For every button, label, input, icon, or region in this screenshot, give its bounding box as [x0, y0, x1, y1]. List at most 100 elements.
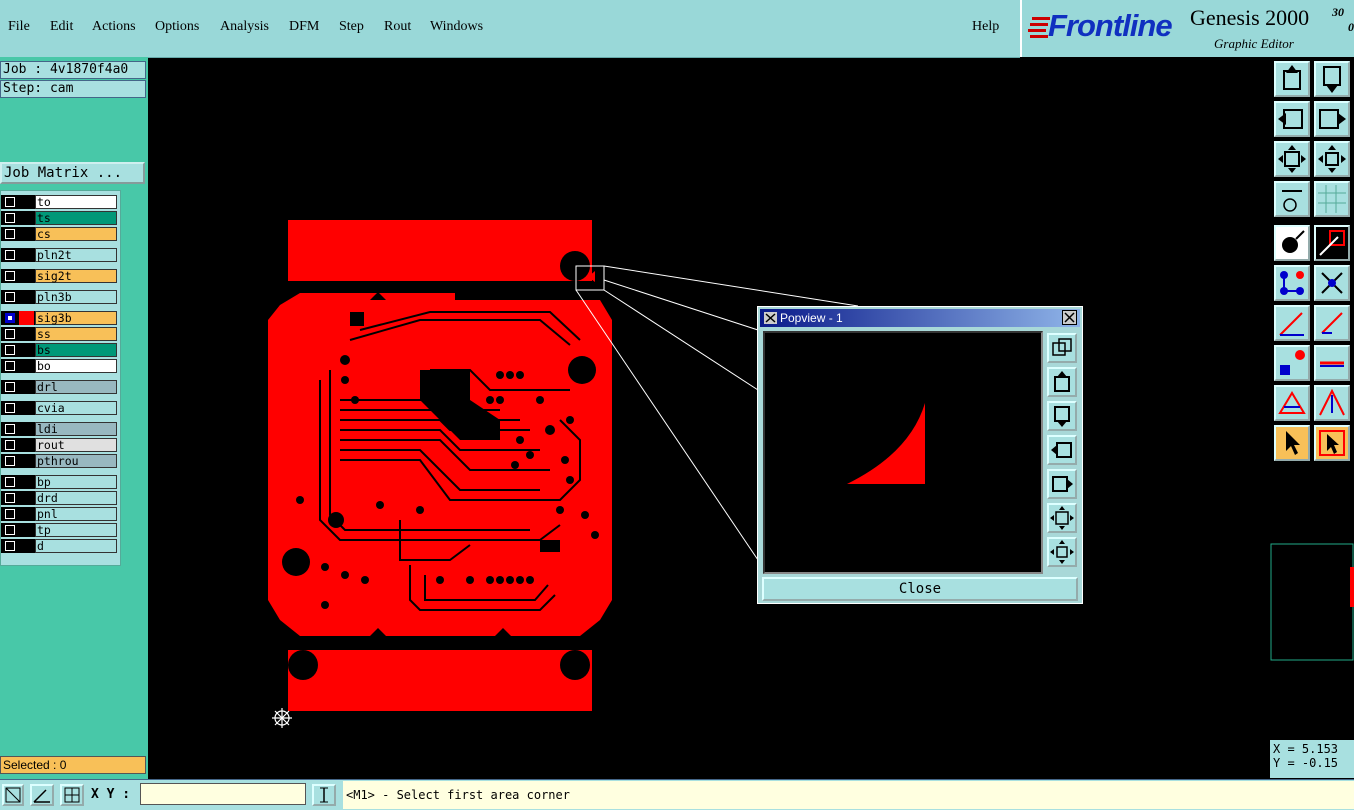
- select-area-button[interactable]: [1314, 225, 1350, 261]
- layer-row[interactable]: bo: [1, 359, 119, 373]
- layer-name[interactable]: pnl: [35, 507, 117, 521]
- layer-name[interactable]: sig3b: [35, 311, 117, 325]
- angle-button[interactable]: [30, 784, 54, 806]
- zoom-home-button[interactable]: [1274, 141, 1310, 177]
- layer-name[interactable]: tp: [35, 523, 117, 537]
- measure-button[interactable]: [1274, 181, 1310, 217]
- popview-pan-right-button[interactable]: [1047, 469, 1077, 499]
- menu-rout[interactable]: Rout: [384, 19, 411, 35]
- pan-left-button[interactable]: [1274, 101, 1310, 137]
- draw-line-button[interactable]: [1274, 305, 1310, 341]
- menu-windows[interactable]: Windows: [430, 19, 483, 35]
- layer-name[interactable]: bp: [35, 475, 117, 489]
- popview-pan-left-button[interactable]: [1047, 435, 1077, 465]
- snap-button[interactable]: [2, 784, 24, 806]
- menu-edit[interactable]: Edit: [50, 19, 73, 35]
- pointer-button[interactable]: [1274, 425, 1310, 461]
- pan-right-button[interactable]: [1314, 101, 1350, 137]
- layer-row[interactable]: cs: [1, 227, 119, 241]
- layer-row[interactable]: sig3b: [1, 311, 119, 325]
- layer-row[interactable]: pln2t: [1, 248, 119, 262]
- triangle-button[interactable]: [1274, 385, 1310, 421]
- layer-row[interactable]: drl: [1, 380, 119, 394]
- layer-name[interactable]: pln3b: [35, 290, 117, 304]
- layer-name[interactable]: sig2t: [35, 269, 117, 283]
- popview-close-x-button[interactable]: [1062, 310, 1077, 325]
- layer-checkbox[interactable]: [5, 345, 15, 355]
- layer-row[interactable]: bs: [1, 343, 119, 357]
- delete-node-button[interactable]: [1314, 265, 1350, 301]
- menu-file[interactable]: File: [8, 19, 30, 35]
- layer-row[interactable]: cvia: [1, 401, 119, 415]
- layer-checkbox[interactable]: [5, 525, 15, 535]
- layer-row[interactable]: ldi: [1, 422, 119, 436]
- layer-row[interactable]: rout: [1, 438, 119, 452]
- popview-pan-down-button[interactable]: [1047, 401, 1077, 431]
- popview-close-button[interactable]: Close: [762, 577, 1078, 601]
- layer-name[interactable]: pthrou: [35, 454, 117, 468]
- layer-row[interactable]: sig2t: [1, 269, 119, 283]
- move-pad-button[interactable]: [1274, 345, 1310, 381]
- layer-checkbox[interactable]: [5, 197, 15, 207]
- menu-analysis[interactable]: Analysis: [220, 19, 269, 35]
- layer-name[interactable]: bs: [35, 343, 117, 357]
- layer-checkbox[interactable]: [5, 424, 15, 434]
- select-pad-button[interactable]: [1274, 225, 1310, 261]
- job-matrix-button[interactable]: Job Matrix ...: [0, 162, 145, 184]
- layer-row[interactable]: bp: [1, 475, 119, 489]
- layer-name[interactable]: cvia: [35, 401, 117, 415]
- layer-checkbox[interactable]: [5, 213, 15, 223]
- popview-zoom-fit-button[interactable]: [1047, 503, 1077, 533]
- layer-name[interactable]: to: [35, 195, 117, 209]
- menu-actions[interactable]: Actions: [92, 19, 136, 35]
- layer-row[interactable]: d: [1, 539, 119, 553]
- layer-checkbox[interactable]: [5, 456, 15, 466]
- layer-display-color[interactable]: [19, 311, 34, 325]
- layer-name[interactable]: drl: [35, 380, 117, 394]
- layer-checkbox[interactable]: [5, 541, 15, 551]
- xy-input[interactable]: [140, 783, 306, 805]
- layer-checkbox[interactable]: [5, 493, 15, 503]
- layer-row[interactable]: ts: [1, 211, 119, 225]
- split-line-button[interactable]: [1314, 345, 1350, 381]
- connect-button[interactable]: [1274, 265, 1310, 301]
- menu-dfm[interactable]: DFM: [289, 19, 319, 35]
- draw-arc-button[interactable]: [1314, 305, 1350, 341]
- layer-name[interactable]: bo: [35, 359, 117, 373]
- zoom-top-button[interactable]: [1274, 61, 1310, 97]
- layer-name[interactable]: pln2t: [35, 248, 117, 262]
- layer-checkbox[interactable]: [5, 271, 15, 281]
- popview-canvas[interactable]: [763, 331, 1043, 574]
- pointer-box-button[interactable]: [1314, 425, 1350, 461]
- grid-button[interactable]: [1314, 181, 1350, 217]
- layer-checkbox[interactable]: [5, 509, 15, 519]
- graphic-canvas[interactable]: [148, 57, 1270, 779]
- popview-titlebar[interactable]: Popview - 1: [760, 309, 1080, 327]
- layer-name[interactable]: rout: [35, 438, 117, 452]
- layer-row[interactable]: ss: [1, 327, 119, 341]
- layer-checkbox[interactable]: [5, 313, 15, 323]
- layer-checkbox[interactable]: [5, 403, 15, 413]
- layer-row[interactable]: pln3b: [1, 290, 119, 304]
- menu-help[interactable]: Help: [972, 19, 999, 35]
- menu-options[interactable]: Options: [155, 19, 199, 35]
- layer-name[interactable]: d: [35, 539, 117, 553]
- grid-snap-button[interactable]: [60, 784, 84, 806]
- menu-step[interactable]: Step: [339, 19, 364, 35]
- layer-checkbox[interactable]: [5, 292, 15, 302]
- layer-row[interactable]: pthrou: [1, 454, 119, 468]
- layer-name[interactable]: ss: [35, 327, 117, 341]
- layer-checkbox[interactable]: [5, 229, 15, 239]
- layer-name[interactable]: ts: [35, 211, 117, 225]
- layer-row[interactable]: tp: [1, 523, 119, 537]
- layer-row[interactable]: pnl: [1, 507, 119, 521]
- layer-name[interactable]: ldi: [35, 422, 117, 436]
- layer-checkbox[interactable]: [5, 477, 15, 487]
- layer-name[interactable]: drd: [35, 491, 117, 505]
- layer-name[interactable]: cs: [35, 227, 117, 241]
- zoom-bottom-button[interactable]: [1314, 61, 1350, 97]
- text-cursor-button[interactable]: [312, 784, 336, 806]
- layer-checkbox[interactable]: [5, 250, 15, 260]
- popview-zoom-box-button[interactable]: [1047, 333, 1077, 363]
- layer-checkbox[interactable]: [5, 382, 15, 392]
